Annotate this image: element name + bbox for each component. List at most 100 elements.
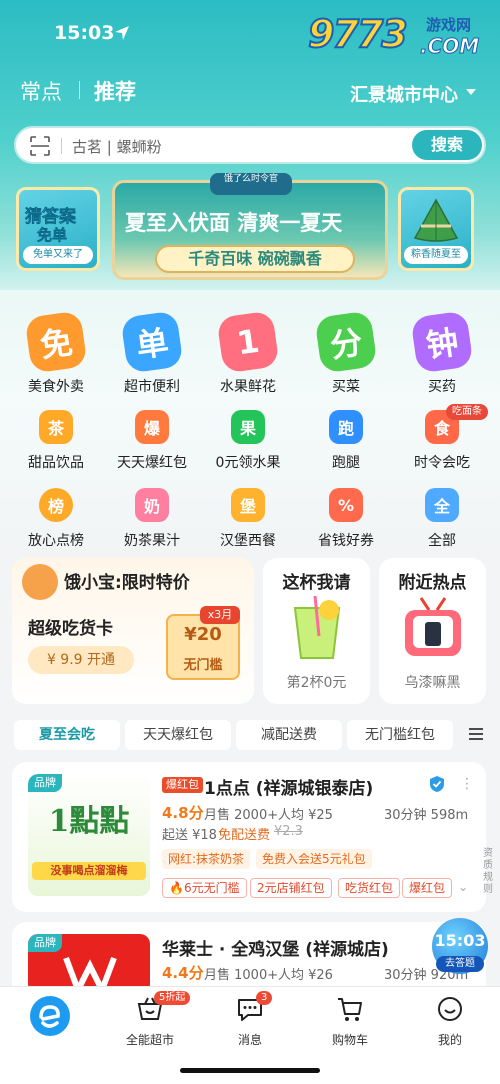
caret-down-icon[interactable] <box>466 89 476 95</box>
store-name[interactable]: 华莱士 · 全鸡汉堡 (祥源城店) <box>162 935 389 960</box>
category-label: 美食外卖 <box>28 379 84 395</box>
shield-check-icon <box>430 776 444 792</box>
category-pharmacy[interactable]: 钟 买药 <box>394 310 490 396</box>
category-label: 放心点榜 <box>28 533 84 549</box>
watermark-line1: 游戏网 <box>426 16 472 34</box>
qualification-rules-link[interactable]: 资质规则 <box>483 848 497 896</box>
category-errand[interactable]: 跑 跑腿 <box>298 410 394 472</box>
watermark-line2: .COM <box>419 34 480 59</box>
grid-icon: 全 <box>425 488 459 522</box>
category-ranking[interactable]: 榜 放心点榜 <box>8 488 104 550</box>
menu-icon[interactable] <box>468 726 484 742</box>
nav-profile-label: 我的 <box>437 1033 462 1047</box>
store-sales: 月售 2000+ <box>204 808 279 823</box>
category-fruit-flowers[interactable]: 1 水果鲜花 <box>200 310 296 396</box>
store-chip-hot-packet: 爆红包 <box>402 878 453 898</box>
promo-card1-title: 饿小宝:限时特价 <box>64 573 190 593</box>
category-label: 时令会吃 <box>414 455 470 471</box>
banner-main-summer[interactable]: 夏至入伏面 清爽一夏天 千奇百味 碗碗飘香 <box>112 180 388 280</box>
store-old-fee: ¥2.3 <box>274 824 303 839</box>
location-selector[interactable]: 汇景城市中心 <box>350 81 458 107</box>
category-all[interactable]: 全 全部 <box>394 488 490 550</box>
clock-icon: 钟 <box>410 310 474 374</box>
tab-recommend[interactable]: 推荐 <box>94 76 136 106</box>
category-free-fruit[interactable]: 果 0元领水果 <box>200 410 296 472</box>
store-chip-shop-packet: 2元店铺红包 <box>250 878 332 898</box>
store-name[interactable]: 1点点 (祥源城银泰店) <box>204 774 373 799</box>
promo-card3-title: 附近热点 <box>398 573 467 593</box>
category-label: 买菜 <box>332 379 360 395</box>
scan-icon[interactable] <box>30 136 50 156</box>
messages-badge: 3 <box>256 991 273 1005</box>
category-groceries[interactable]: 分 买菜 <box>298 310 394 396</box>
quiz-timer-label[interactable]: 去答题 <box>436 956 484 972</box>
red-packet-icon: 爆 <box>135 410 169 444</box>
promo-card-drink[interactable]: 这杯我请 第2杯0元 <box>263 558 370 704</box>
coupon-badge: x3月 <box>200 606 240 624</box>
nav-supermarket[interactable]: 全能超市 5折起 <box>110 991 191 1048</box>
search-bar[interactable]: 古茗 | 螺蛳粉 搜索 <box>14 126 486 164</box>
burger-icon: 堡 <box>231 488 265 522</box>
store-chip-membership: 免费入会送5元礼包 <box>256 849 372 869</box>
nav-home[interactable] <box>10 995 90 1045</box>
search-button[interactable]: 搜索 <box>412 130 482 160</box>
category-label: 天天爆红包 <box>117 455 187 471</box>
brand-tag: 品牌 <box>28 934 62 952</box>
filter-tab-no-threshold[interactable]: 无门槛红包 <box>347 720 453 750</box>
watermark-logo: 9773 游戏网 .COM <box>307 11 488 62</box>
zongzi-icon <box>413 198 459 242</box>
promo-card2-title: 这杯我请 <box>282 573 351 593</box>
banner-main-title: 夏至入伏面 清爽一夏天 <box>125 211 343 235</box>
category-red-packet[interactable]: 爆 天天爆红包 <box>104 410 200 472</box>
promo-card3-subtitle: 乌漆嘛黑 <box>404 675 461 691</box>
smile-icon <box>438 997 462 1021</box>
category-burger[interactable]: 堡 汉堡西餐 <box>200 488 296 550</box>
category-label: 超市便利 <box>124 379 180 395</box>
watermark-number: 9773 <box>307 11 409 57</box>
filter-tab-summer[interactable]: 夏至会吃 <box>14 720 120 750</box>
category-label: 水果鲜花 <box>220 379 276 395</box>
more-icon[interactable]: ⋮ <box>460 776 474 792</box>
coupon-icon: % <box>329 488 363 522</box>
filter-tab-delivery[interactable]: 减配送费 <box>236 720 342 750</box>
store-image[interactable]: 品牌 <box>28 934 150 994</box>
store-avg-price: 人均 ¥25 <box>278 808 333 823</box>
category-label: 跑腿 <box>332 455 360 471</box>
activate-button[interactable]: ¥ 9.9 开通 <box>28 646 134 674</box>
promo-card-eleme-treasure[interactable]: 饿小宝:限时特价 超级吃货卡 ¥ 9.9 开通 x3月 ¥20 无门槛 <box>12 558 254 704</box>
milk-tea-icon: 奶 <box>135 488 169 522</box>
nav-messages[interactable]: 消息 3 <box>210 991 290 1048</box>
store-min-order: 起送 ¥18 <box>162 828 217 843</box>
category-coupons[interactable]: % 省钱好券 <box>298 488 394 550</box>
fire-icon: 🔥 <box>169 881 184 895</box>
nav-profile[interactable]: 我的 <box>410 995 490 1048</box>
promo-card1-heading: 超级吃货卡 <box>28 619 113 639</box>
cart-icon <box>338 998 362 1021</box>
hot-red-packet-tag: 爆红包 <box>162 777 203 793</box>
banner-guess-free[interactable]: 猜答案 免单 免单又来了 <box>16 187 100 271</box>
coupon-amount: ¥20 <box>184 624 222 645</box>
promo-card-hotspot[interactable]: 附近热点 乌漆嘛黑 <box>379 558 486 704</box>
category-milk-tea[interactable]: 奶 奶茶果汁 <box>104 488 200 550</box>
search-input[interactable]: 古茗 | 螺蛳粉 <box>72 136 162 157</box>
chevron-down-icon[interactable]: ⌄ <box>458 880 468 894</box>
category-label: 买药 <box>428 379 456 395</box>
tab-frequent[interactable]: 常点 <box>20 76 62 106</box>
banner-zongzi[interactable]: 粽香随夏至 <box>398 187 474 271</box>
drink-icon <box>293 596 341 659</box>
filter-tab-red-packet[interactable]: 天天爆红包 <box>125 720 231 750</box>
nav-cart-label: 购物车 <box>331 1033 368 1047</box>
chip-text: 6元无门槛 <box>183 881 240 895</box>
location-arrow-icon <box>115 26 129 40</box>
store-image[interactable]: 品牌 1點點 没事喝点溜溜梅 <box>28 774 150 896</box>
category-desserts[interactable]: 茶 甜品饮品 <box>8 410 104 472</box>
category-supermarket[interactable]: 单 超市便利 <box>104 310 200 396</box>
nav-supermarket-label: 全能超市 <box>125 1033 174 1047</box>
category-food-delivery[interactable]: 免 美食外卖 <box>8 310 104 396</box>
store-sales: 月售 1000+ <box>204 968 279 983</box>
runner-icon: 跑 <box>329 410 363 444</box>
tree-icon: 果 <box>231 410 265 444</box>
category-label: 全部 <box>428 533 456 549</box>
category-seasonal[interactable]: 食 吃面条 时令会吃 <box>394 404 490 472</box>
nav-cart[interactable]: 购物车 <box>310 995 390 1048</box>
